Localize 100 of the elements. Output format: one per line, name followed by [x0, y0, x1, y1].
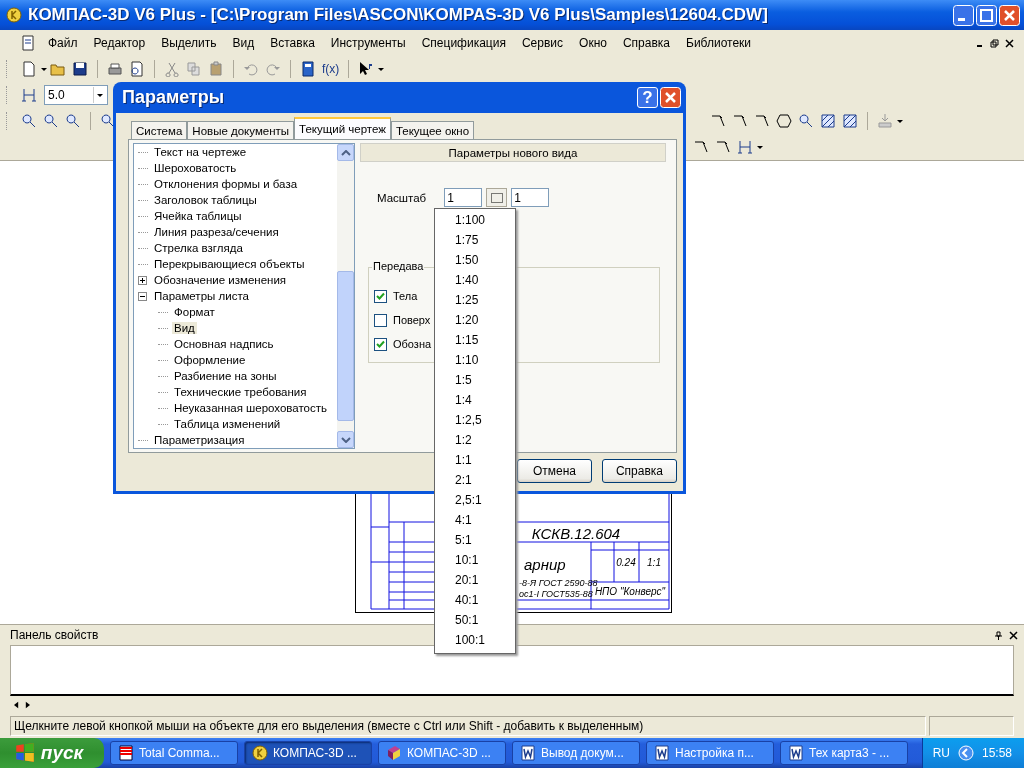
tree-item[interactable]: Формат: [172, 306, 217, 318]
taskbar-button[interactable]: Тех карта3 - ...: [780, 741, 908, 765]
pin-icon[interactable]: [994, 630, 1003, 640]
taskbar-button[interactable]: Total Comma...: [110, 741, 238, 765]
checkbox[interactable]: [374, 289, 387, 303]
scale-denominator-field[interactable]: 1: [511, 188, 550, 207]
step-combo[interactable]: 5.0: [44, 85, 108, 105]
new-document-icon[interactable]: [21, 61, 37, 77]
dropdown-option[interactable]: 100:1: [435, 630, 515, 650]
expander-icon[interactable]: [138, 275, 147, 285]
menu-item[interactable]: Вставка: [262, 36, 323, 50]
tree-item[interactable]: Разбиение на зоны: [172, 370, 279, 382]
taskbar-button[interactable]: Вывод докум...: [512, 741, 640, 765]
menu-item[interactable]: Выделить: [153, 36, 225, 50]
tab[interactable]: Новые документы: [187, 121, 295, 139]
tree-item[interactable]: Отклонения формы и база: [152, 178, 300, 190]
caret-icon[interactable]: [897, 119, 903, 123]
dropdown-option[interactable]: 5:1: [435, 530, 515, 550]
tree-item[interactable]: Перекрывающиеся объекты: [152, 258, 307, 270]
taskbar-button[interactable]: КОМПАС-3D ...: [378, 741, 506, 765]
dropdown-option[interactable]: 1:10: [435, 350, 515, 370]
scroll-right-icon[interactable]: [25, 701, 30, 709]
dropdown-option[interactable]: 20:1: [435, 570, 515, 590]
dropdown-option[interactable]: 50:1: [435, 610, 515, 630]
tree-item[interactable]: Вид: [172, 322, 197, 334]
dropdown-option[interactable]: 1:5: [435, 370, 515, 390]
zoom-in-icon[interactable]: [43, 113, 59, 129]
scroll-left-icon[interactable]: [14, 701, 19, 709]
document-icon[interactable]: [21, 35, 37, 51]
dialog-button[interactable]: Отмена: [517, 459, 592, 483]
tree-item[interactable]: Текст на чертеже: [152, 146, 249, 158]
close-icon[interactable]: [1009, 630, 1018, 640]
dropdown-option[interactable]: 1:20: [435, 310, 515, 330]
tree-item[interactable]: Технические требования: [172, 386, 309, 398]
tree-item[interactable]: Линия разреза/сечения: [152, 226, 281, 238]
tree-item[interactable]: Шероховатость: [152, 162, 239, 174]
tree-item[interactable]: Неуказанная шероховатость: [172, 402, 330, 414]
scroll-up-icon[interactable]: [340, 149, 351, 156]
menu-item[interactable]: Вид: [224, 36, 263, 50]
tree-item[interactable]: Стрелка взгляда: [152, 242, 245, 254]
tree-item[interactable]: Оформление: [172, 354, 248, 366]
dropdown-option[interactable]: 1:50: [435, 250, 515, 270]
dropdown-option[interactable]: 10:1: [435, 550, 515, 570]
tree-item[interactable]: Параметризация: [152, 434, 247, 446]
scroll-thumb[interactable]: [337, 271, 354, 421]
scrollbar[interactable]: [337, 144, 354, 448]
dropdown-option[interactable]: 4:1: [435, 510, 515, 530]
dropdown-option[interactable]: 2:1: [435, 470, 515, 490]
menu-item[interactable]: Окно: [571, 36, 615, 50]
dropdown-option[interactable]: 1:15: [435, 330, 515, 350]
taskbar-button[interactable]: КОМПАС-3D ...: [244, 741, 372, 765]
tree-item[interactable]: Заголовок таблицы: [152, 194, 259, 206]
help-button[interactable]: ?: [637, 87, 658, 108]
taskbar-button[interactable]: Настройка п...: [646, 741, 774, 765]
restore-icon[interactable]: [990, 38, 999, 48]
hatch-icon[interactable]: [842, 113, 858, 129]
printer-icon[interactable]: [107, 61, 123, 77]
dropdown-option[interactable]: 1:40: [435, 270, 515, 290]
dropdown-option[interactable]: 2,5:1: [435, 490, 515, 510]
help-cursor-icon[interactable]: [358, 61, 375, 77]
dropdown-option[interactable]: 1:100: [435, 210, 515, 230]
dropdown-option[interactable]: 1:2,5: [435, 410, 515, 430]
dropdown-option[interactable]: 1:25: [435, 290, 515, 310]
minimize-button[interactable]: [953, 4, 974, 26]
tree-item[interactable]: Таблица изменений: [172, 418, 283, 430]
expand-tray-icon[interactable]: [957, 745, 974, 761]
dropdown-option[interactable]: 1:75: [435, 230, 515, 250]
tab[interactable]: Текущее окно: [390, 121, 475, 139]
scroll-down-icon[interactable]: [340, 436, 351, 443]
caret-icon[interactable]: [378, 67, 385, 71]
menu-item[interactable]: Спецификация: [413, 36, 514, 50]
polygon-icon[interactable]: [776, 113, 792, 129]
start-button[interactable]: пуск: [0, 738, 104, 768]
scale-picker-button[interactable]: [486, 188, 508, 207]
dropdown-option[interactable]: 1:2: [435, 430, 515, 450]
close-button[interactable]: [660, 87, 681, 108]
dialog-button[interactable]: Справка: [602, 459, 677, 483]
tree-item[interactable]: Основная надпись: [172, 338, 276, 350]
menu-item[interactable]: Файл: [40, 36, 86, 50]
tree-item[interactable]: Параметры листа: [152, 290, 251, 302]
caret-icon[interactable]: [41, 67, 47, 71]
menu-item[interactable]: Библиотеки: [678, 36, 760, 50]
zoom-out-icon[interactable]: [65, 113, 81, 129]
paste-icon[interactable]: [208, 61, 224, 77]
tab[interactable]: Система: [131, 121, 188, 139]
polyline-icon[interactable]: [710, 113, 726, 129]
formula-button[interactable]: f(x): [319, 62, 343, 76]
tree-item[interactable]: Обозначение изменения: [152, 274, 289, 286]
dropdown-option[interactable]: 40:1: [435, 590, 515, 610]
close-icon[interactable]: [1005, 38, 1014, 48]
close-button[interactable]: [999, 4, 1020, 26]
checkbox[interactable]: [374, 337, 387, 351]
print-preview-icon[interactable]: [129, 61, 145, 77]
dropdown-option[interactable]: 1:1: [435, 450, 515, 470]
calculator-icon[interactable]: [300, 61, 316, 77]
checkbox[interactable]: [374, 313, 387, 327]
expander-icon[interactable]: [138, 291, 147, 301]
scale-numerator-field[interactable]: 1: [444, 188, 483, 207]
caret-icon[interactable]: [757, 145, 763, 149]
menu-item[interactable]: Сервис: [513, 36, 572, 50]
